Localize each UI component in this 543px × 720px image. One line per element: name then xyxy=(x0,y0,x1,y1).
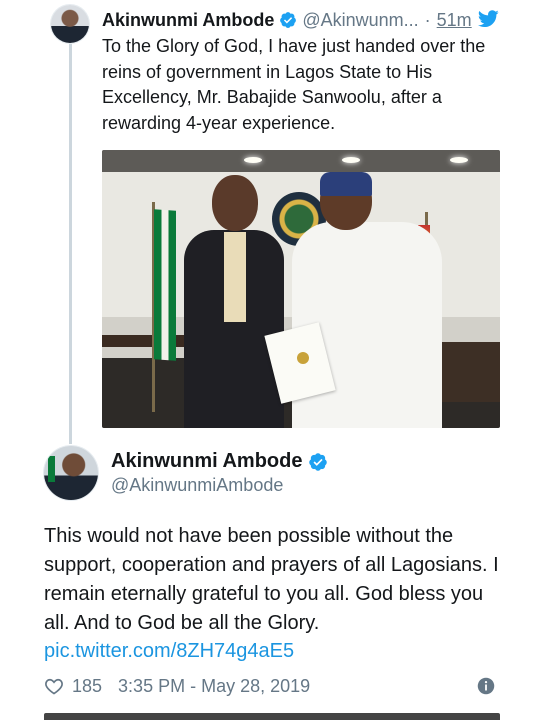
avatar[interactable] xyxy=(44,446,98,500)
tweet-header: Akinwunmi Ambode @Akinwunm... · 51m xyxy=(102,8,502,32)
tweet-timestamp[interactable]: 3:35 PM - May 28, 2019 xyxy=(118,676,310,697)
tweet-text: To the Glory of God, I have just handed … xyxy=(102,36,486,133)
tweet-text: This would not have been possible withou… xyxy=(44,525,499,634)
verified-badge-icon xyxy=(309,452,328,471)
twitter-bird-icon xyxy=(478,10,499,28)
author-handle[interactable]: @AkinwunmiAmbode xyxy=(111,475,283,496)
photo-ceiling xyxy=(102,150,500,172)
tweet-time[interactable]: 51m xyxy=(437,10,472,31)
ceiling-lamp xyxy=(450,157,468,163)
person-shirt xyxy=(224,232,246,322)
thread-connector-line xyxy=(69,44,72,444)
folder-seal xyxy=(297,352,309,364)
person-cap xyxy=(320,172,372,196)
avatar-flag xyxy=(48,456,55,482)
verified-badge-icon xyxy=(280,12,297,28)
like-count: 185 xyxy=(72,675,103,696)
avatar[interactable] xyxy=(51,5,89,43)
author-handle[interactable]: @Akinwunm... xyxy=(302,10,418,31)
info-icon[interactable] xyxy=(477,677,495,695)
heart-icon[interactable] xyxy=(44,676,64,696)
ceiling-lamp xyxy=(244,157,262,163)
ceiling-lamp xyxy=(342,157,360,163)
nigeria-flag xyxy=(154,209,176,361)
author-name[interactable]: Akinwunmi Ambode xyxy=(102,10,274,31)
tweet-meta: 185 3:35 PM - May 28, 2019 xyxy=(44,674,310,698)
person-head xyxy=(212,175,258,231)
tweet-photo[interactable] xyxy=(102,150,500,428)
media-link[interactable]: pic.twitter.com/8ZH74g4aE5 xyxy=(44,640,294,663)
next-media-card[interactable] xyxy=(44,713,500,720)
tweet-header: Akinwunmi Ambode xyxy=(111,450,328,473)
author-name[interactable]: Akinwunmi Ambode xyxy=(111,450,302,473)
separator-dot: · xyxy=(424,9,431,30)
